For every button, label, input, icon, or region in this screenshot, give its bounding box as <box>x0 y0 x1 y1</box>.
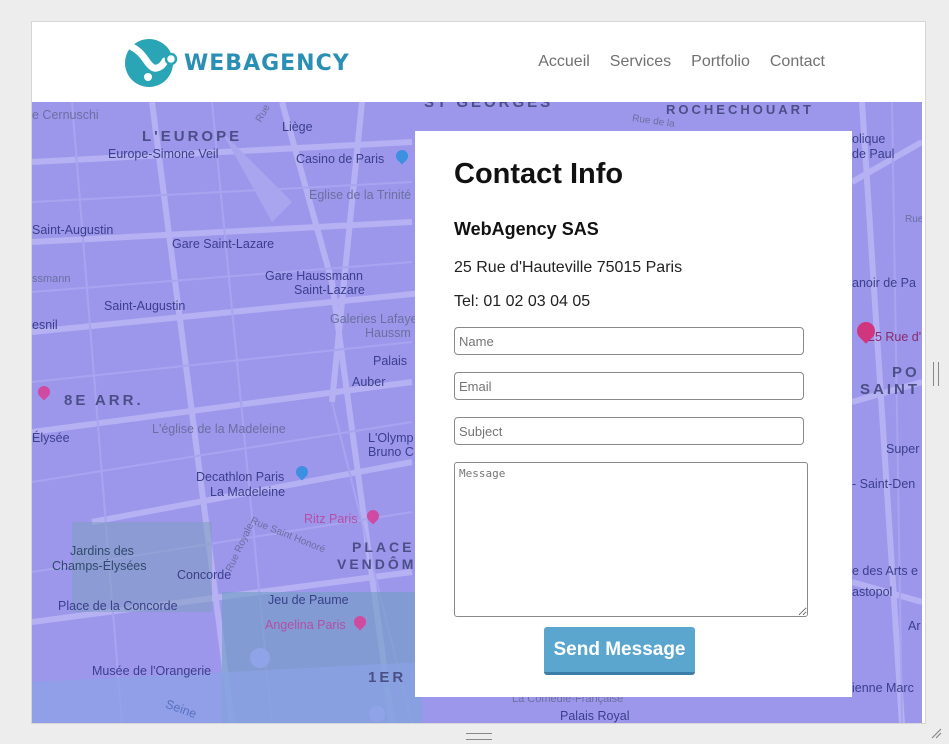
nav-item-contact[interactable]: Contact <box>770 53 825 71</box>
horizontal-splitter-handle[interactable] <box>466 733 492 740</box>
map-label-galeries-lafayette: Galeries Lafaye <box>330 312 418 326</box>
nav-item-portfolio[interactable]: Portfolio <box>691 53 750 71</box>
email-input[interactable] <box>454 372 804 400</box>
map-label-anoir: anoir de Pa <box>852 276 916 290</box>
page-frame: WEBAGENCY Accueil Services Portfolio Con… <box>31 21 926 724</box>
map-label-rochechouart: ROCHECHOUART <box>666 102 814 117</box>
logo[interactable]: WEBAGENCY <box>124 37 350 89</box>
send-message-button[interactable]: Send Message <box>544 627 695 675</box>
map-label-enne-marc: ienne Marc <box>852 681 914 695</box>
map-label-concorde: Concorde <box>177 568 232 582</box>
map-label-jardins: Jardins des <box>70 544 134 558</box>
map-label-st-georges: ST GEORGES <box>424 102 554 111</box>
map-label-place-concorde: Place de la Concorde <box>58 599 178 613</box>
main-nav: Accueil Services Portfolio Contact <box>538 53 825 71</box>
message-textarea[interactable] <box>454 462 808 617</box>
map-label-8e-arr: 8E ARR. <box>64 392 144 409</box>
map-label-olique: olique <box>852 132 886 146</box>
webagency-logo-icon <box>125 39 178 87</box>
map-label-po: PO <box>892 364 920 381</box>
map-label-palais: Palais <box>373 354 408 368</box>
company-name: WebAgency SAS <box>454 219 599 239</box>
map-label-astopol: astopol <box>852 585 893 599</box>
map-label-bruno: Bruno C <box>368 445 414 459</box>
map-label-vendome: VENDÔM <box>337 556 417 572</box>
map-label-casino-de-paris: Casino de Paris <box>296 152 385 166</box>
map-label-palais-royal: Palais Royal <box>560 709 630 723</box>
nav-item-services[interactable]: Services <box>610 53 671 71</box>
map-label-des-arts: e des Arts e <box>852 564 919 578</box>
map-label-auber: Auber <box>352 375 386 389</box>
name-input[interactable] <box>454 327 804 355</box>
site-header: WEBAGENCY Accueil Services Portfolio Con… <box>32 22 925 102</box>
map-label-europe-simone-veil: Europe-Simone Veil <box>108 147 219 161</box>
vertical-splitter-handle[interactable] <box>933 362 939 386</box>
map-label-saint-den: - Saint-Den <box>852 477 916 491</box>
map-label-champs: Champs-Élysées <box>52 559 147 573</box>
nav-item-accueil[interactable]: Accueil <box>538 53 590 71</box>
map-label-decathlon: Decathlon Paris <box>196 470 285 484</box>
map-label-jeu-de-paume: Jeu de Paume <box>268 593 349 607</box>
map-label-la-madeleine: La Madeleine <box>210 485 286 499</box>
contact-card: Contact Info WebAgency SAS 25 Rue d'Haut… <box>415 131 852 697</box>
map-label-ar: Ar <box>908 619 921 633</box>
map-label-esnil: esnil <box>32 318 58 332</box>
map-label-haussm: Haussm <box>365 326 411 340</box>
map-label-eglise-madeleine: L'église de la Madeleine <box>152 422 286 436</box>
map-label-1er: 1ER <box>368 669 407 686</box>
map-label-saint-lazare: Saint-Lazare <box>294 283 365 297</box>
map-label-saint-augustin: Saint-Augustin <box>32 223 114 237</box>
map-label-saint-right: SAINT <box>860 381 920 398</box>
contact-title: Contact Info <box>454 158 624 190</box>
map-label-place: PLACE <box>352 539 415 555</box>
map-label-lolympia: L'Olymp <box>368 431 414 445</box>
map-label-cernuschi: e Cernuschi <box>32 108 99 122</box>
map-label-saint-augustin-metro: Saint-Augustin <box>104 299 186 313</box>
map[interactable]: e Cernuschi L'EUROPE Europe-Simone Veil … <box>32 102 922 723</box>
map-label-liege: Liège <box>282 120 313 134</box>
map-label-rue-right: Rue <box>905 214 922 225</box>
map-label-de-paul: de Paul <box>852 147 895 161</box>
brand-name: WEBAGENCY <box>184 50 350 76</box>
map-label-super: Super <box>886 442 920 456</box>
map-label-angelina: Angelina Paris <box>265 618 346 632</box>
resize-grip-icon[interactable] <box>930 727 942 739</box>
map-label-leurope: L'EUROPE <box>142 128 243 145</box>
map-label-gare-saint-lazare: Gare Saint-Lazare <box>172 237 275 251</box>
map-label-elysee: Élysée <box>32 431 70 445</box>
map-label-gare-haussmann: Gare Haussmann <box>265 269 363 283</box>
map-label-smann: ssmann <box>32 273 71 285</box>
map-label-eglise-trinite: Eglise de la Trinité <box>309 188 412 202</box>
map-label-ritz-paris: Ritz Paris <box>304 512 358 526</box>
subject-input[interactable] <box>454 417 804 445</box>
map-label-musee-orangerie: Musée de l'Orangerie <box>92 664 212 678</box>
company-address: 25 Rue d'Hauteville 75015 Paris <box>454 259 683 276</box>
company-tel: Tel: 01 02 03 04 05 <box>454 293 591 310</box>
map-label-address-pin: 25 Rue d' <box>868 330 922 344</box>
